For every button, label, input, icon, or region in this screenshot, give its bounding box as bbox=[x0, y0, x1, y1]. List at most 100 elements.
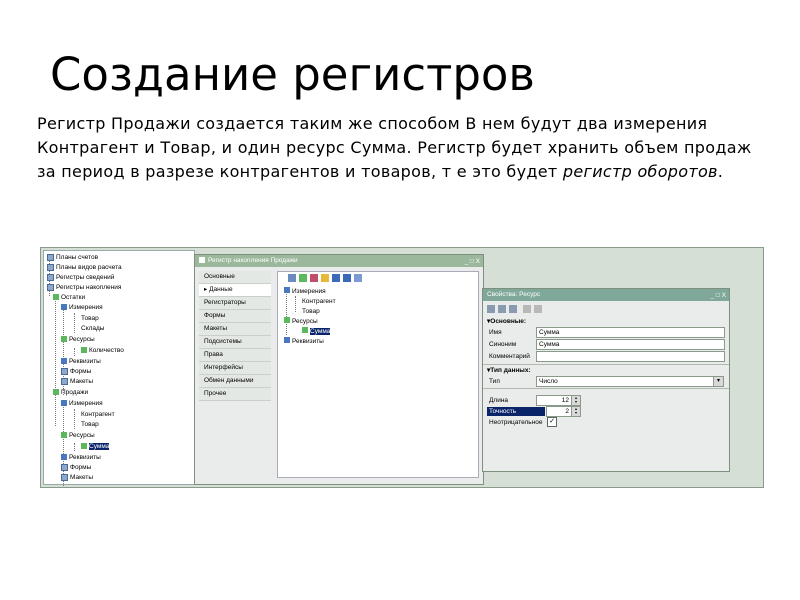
body-end: . bbox=[717, 162, 724, 181]
window-controls[interactable]: _ □ X bbox=[711, 290, 727, 302]
configurator-screenshot: Планы счетов Планы видов расчета Регистр… bbox=[40, 247, 764, 488]
window-controls[interactable]: _ □ X bbox=[465, 256, 481, 268]
calc-types-icon bbox=[47, 263, 54, 271]
tree-item[interactable]: Реквизиты bbox=[61, 357, 101, 366]
arrow-down-icon[interactable] bbox=[343, 274, 351, 282]
register-data-panel: Измерения Контрагент Товар Ресурсы Сумма… bbox=[277, 271, 479, 478]
nonnegative-checkbox[interactable]: ✓ bbox=[547, 417, 557, 427]
tree-item[interactable]: Измерения bbox=[61, 399, 103, 408]
tree-item[interactable]: Количество bbox=[81, 346, 124, 355]
tree-item[interactable]: Планы видов расчета bbox=[47, 263, 122, 272]
tree-item[interactable]: Склады bbox=[81, 324, 104, 333]
forms-icon bbox=[61, 463, 68, 471]
tab-data[interactable]: ▸ Данные bbox=[199, 284, 271, 297]
attributes-icon bbox=[284, 337, 290, 343]
comment-label: Комментарий bbox=[489, 353, 530, 360]
tree-item[interactable]: Формы bbox=[61, 367, 91, 376]
tree-item[interactable]: Формы bbox=[61, 463, 91, 472]
tree-item[interactable]: Регистры накопления bbox=[47, 283, 121, 292]
resources-icon bbox=[61, 336, 67, 343]
register-icon bbox=[53, 294, 59, 301]
body-italic-text: регистр оборотов bbox=[562, 162, 718, 181]
tree-item-selected[interactable]: Сумма bbox=[81, 442, 110, 451]
data-tree-item[interactable]: Ресурсы bbox=[284, 317, 318, 326]
synonym-label: Синоним bbox=[489, 341, 517, 348]
register-window-title: Регистр накопления Продажи bbox=[208, 257, 298, 264]
tab-forms[interactable]: Формы bbox=[199, 310, 271, 323]
properties-titlebar[interactable]: Свойства: Ресурс _ □ X bbox=[483, 289, 729, 301]
chart-of-accounts-icon bbox=[47, 253, 54, 261]
tab-data-exchange[interactable]: Обмен данными bbox=[199, 375, 271, 388]
chevron-down-icon: ▾ bbox=[716, 378, 720, 384]
alphabetical-icon[interactable] bbox=[498, 305, 506, 313]
sort-icon[interactable] bbox=[354, 274, 362, 282]
attributes-icon bbox=[61, 454, 67, 461]
tree-item[interactable]: Остатки bbox=[53, 293, 85, 302]
tab-subsystems[interactable]: Подсистемы bbox=[199, 336, 271, 349]
tree-item[interactable]: Реквизиты bbox=[61, 453, 101, 462]
type-dropdown-button[interactable]: ▾ bbox=[713, 376, 724, 387]
resource-icon bbox=[81, 347, 87, 354]
type-label: Тип bbox=[489, 378, 500, 385]
tab-interfaces[interactable]: Интерфейсы bbox=[199, 362, 271, 375]
check-icon: ✓ bbox=[549, 418, 555, 425]
properties-title: Свойства: Ресурс bbox=[487, 291, 541, 298]
data-tree-item[interactable]: Товар bbox=[302, 307, 320, 316]
tree-item[interactable]: Ресурсы bbox=[61, 431, 95, 440]
dimensions-icon bbox=[61, 400, 67, 407]
tree-item[interactable]: Ресурсы bbox=[61, 335, 95, 344]
data-tree-item[interactable]: Контрагент bbox=[302, 297, 336, 306]
resource-icon bbox=[81, 443, 87, 450]
properties-toolbar bbox=[485, 303, 725, 315]
tree-item[interactable]: Регистры сведений bbox=[47, 273, 114, 282]
tree-item[interactable]: Макеты bbox=[61, 377, 93, 386]
edit-icon[interactable] bbox=[321, 274, 329, 282]
add-resource-icon[interactable] bbox=[299, 274, 307, 282]
tree-item[interactable]: Товар bbox=[81, 314, 99, 323]
dimensions-icon bbox=[61, 304, 67, 311]
dimensions-icon bbox=[284, 287, 290, 293]
slide-title: Создание регистров bbox=[50, 48, 535, 101]
section-main[interactable]: ▾Основные: bbox=[487, 317, 526, 326]
precision-field[interactable]: 2 bbox=[546, 406, 572, 417]
data-tree-item[interactable]: Измерения bbox=[284, 287, 326, 296]
filter-icon[interactable] bbox=[509, 305, 517, 313]
precision-stepper[interactable]: ▴ ▾ bbox=[571, 406, 581, 417]
forms-icon bbox=[61, 367, 68, 375]
comment-field[interactable] bbox=[536, 351, 725, 362]
tree-item[interactable]: Контрагент bbox=[81, 410, 115, 419]
synonym-field[interactable]: Сумма bbox=[536, 339, 725, 350]
tree-item[interactable]: Товар bbox=[81, 420, 99, 429]
edit-icon[interactable] bbox=[534, 305, 542, 313]
window-icon bbox=[199, 257, 205, 264]
close-icon[interactable] bbox=[523, 305, 531, 313]
categories-icon[interactable] bbox=[487, 305, 495, 313]
accumulation-register-icon bbox=[47, 283, 54, 291]
tab-templates[interactable]: Макеты bbox=[199, 323, 271, 336]
tab-other[interactable]: Прочее bbox=[199, 388, 271, 401]
delete-icon[interactable] bbox=[310, 274, 318, 282]
register-window-titlebar[interactable]: Регистр накопления Продажи _ □ X bbox=[195, 255, 483, 267]
tab-main[interactable]: Основные bbox=[199, 271, 271, 284]
tab-rights[interactable]: Права bbox=[199, 349, 271, 362]
arrow-up-icon[interactable] bbox=[332, 274, 340, 282]
type-select[interactable]: Число bbox=[536, 376, 715, 387]
metadata-tree: Планы счетов Планы видов расчета Регистр… bbox=[43, 250, 195, 487]
tree-item[interactable]: Продажи bbox=[53, 388, 88, 397]
data-tree-item-selected[interactable]: Сумма bbox=[302, 327, 331, 336]
data-tree-item[interactable]: Реквизиты bbox=[284, 337, 324, 346]
name-label: Имя bbox=[489, 329, 502, 336]
tree-item[interactable]: Макеты bbox=[61, 473, 93, 482]
register-window: Регистр накопления Продажи _ □ X Основны… bbox=[194, 254, 484, 485]
section-type[interactable]: ▾Тип данных: bbox=[487, 366, 531, 375]
tab-registrators[interactable]: Регистраторы bbox=[199, 297, 271, 310]
templates-icon bbox=[61, 473, 68, 481]
name-field[interactable]: Сумма bbox=[536, 327, 725, 338]
tree-item[interactable]: Планы счетов bbox=[47, 253, 98, 262]
add-dimension-icon[interactable] bbox=[288, 274, 296, 282]
tree-item[interactable]: Измерения bbox=[61, 303, 103, 312]
register-icon bbox=[53, 389, 59, 396]
length-stepper[interactable]: ▴ ▾ bbox=[571, 395, 581, 406]
slide-body: Регистр Продажи создается таким же спосо… bbox=[37, 112, 752, 184]
length-field[interactable]: 12 bbox=[536, 395, 572, 406]
